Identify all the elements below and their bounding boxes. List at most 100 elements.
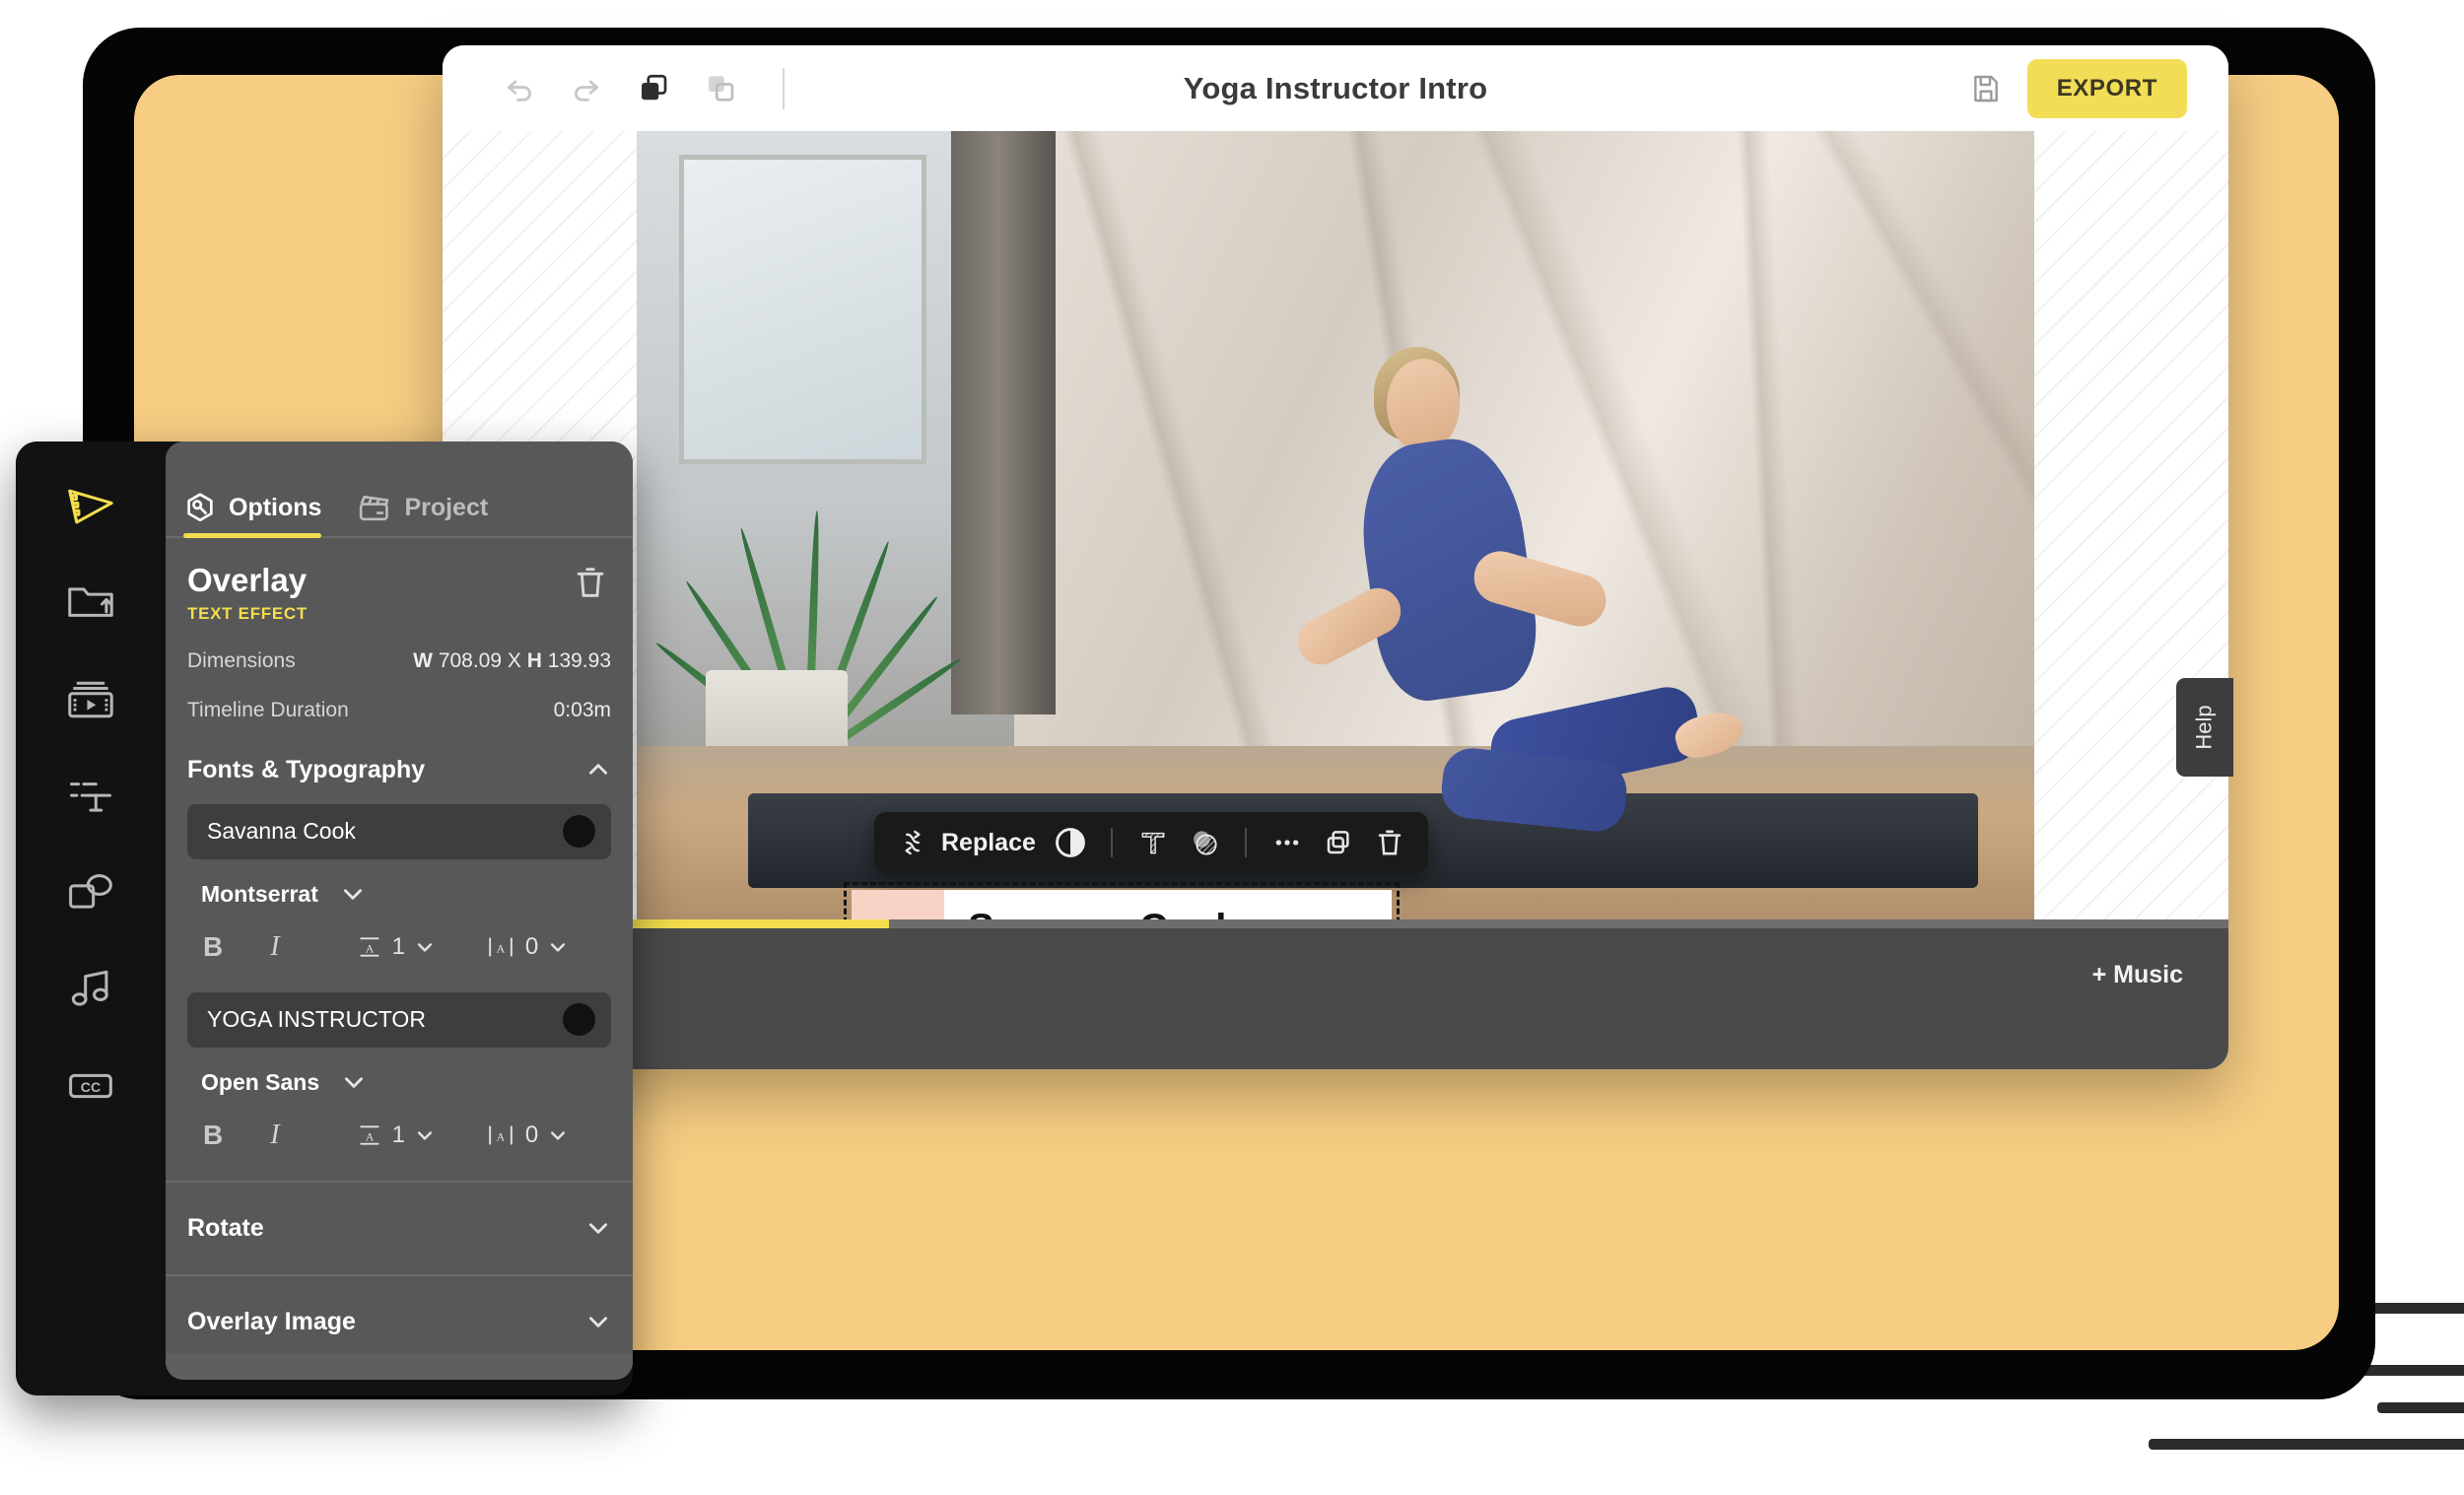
text-style-button[interactable] [1136,826,1170,859]
text-input-primary[interactable] [187,803,611,859]
tab-active-indicator [183,533,322,538]
replace-button[interactable]: Replace [896,826,1036,859]
undo-icon [507,80,532,102]
redo-button[interactable] [564,66,609,111]
overlay-element[interactable]: Savanna Cook YOGA INSTRUCTOR 0° [844,882,1400,919]
letter-spacing-value-primary: 0 [524,932,539,960]
closed-caption-icon: CC [69,1073,112,1099]
add-music-button[interactable]: + Music [2092,961,2183,989]
options-panel: Options Project Overlay TEXT EFFECT Dime… [166,442,633,1380]
stack-edge-3 [2377,1402,2464,1413]
height-value: 139.93 [547,648,611,672]
chevron-down-icon [589,1223,607,1234]
sidebar-item-elements[interactable] [59,865,122,920]
duplicate-button[interactable] [1322,826,1355,859]
line-height-stepper-primary[interactable]: A 1 [357,933,435,961]
bring-forward-icon [642,74,667,100]
dimensions-label: Dimensions [187,648,296,672]
sidebar-item-captions[interactable]: CC [59,1058,122,1114]
font-name-secondary: Open Sans [201,1068,320,1095]
letter-spacing-stepper-secondary[interactable]: A 0 [486,1121,568,1149]
italic-toggle-secondary[interactable]: I [270,1120,279,1151]
color-swatch-primary[interactable] [563,815,595,849]
more-icon [1275,840,1299,846]
sidebar-item-audio[interactable] [59,962,122,1017]
font-name-primary: Montserrat [201,880,318,907]
help-label: Help [2192,705,2217,750]
tab-options[interactable]: Options [183,491,322,538]
text-input-secondary[interactable] [187,991,611,1048]
delete-overlay-button[interactable] [572,564,611,603]
video-preview[interactable]: Replace [637,131,2034,919]
mask-button[interactable] [1188,826,1221,859]
svg-text:A: A [365,1129,374,1143]
contrast-icon [1056,828,1085,857]
redo-icon [574,80,599,102]
toolbar-left-group [443,66,785,111]
panel-footer [166,1354,633,1380]
line-height-stepper-secondary[interactable]: A 1 [357,1121,435,1149]
section-rotate[interactable]: Rotate [166,1183,633,1274]
mask-icon [1193,831,1217,855]
bring-forward-button[interactable] [631,66,676,111]
line-height-icon: A [359,936,379,957]
chevron-down-icon [417,942,433,952]
letter-spacing-icon: A [489,936,513,957]
context-divider-2 [1244,828,1247,857]
contrast-button[interactable] [1054,826,1087,859]
font-select-primary[interactable]: Montserrat [187,881,611,908]
text-icon [1141,832,1165,854]
editor-window: Yoga Instructor Intro EXPORT Replace + M… [443,45,2228,1069]
tab-project[interactable]: Project [357,491,488,536]
letter-spacing-value-secondary: 0 [524,1121,539,1148]
toolbar-right-group: EXPORT [1966,58,2228,118]
svg-text:A: A [365,941,374,955]
clapperboard-icon [360,495,389,521]
composition-stage: Yoga Instructor Intro EXPORT Replace + M… [0,0,2464,1495]
help-tab[interactable]: Help [2176,678,2233,777]
tool-rail: CC [16,442,166,1395]
height-prefix: H [526,648,542,672]
sidebar-item-templates[interactable] [59,479,122,534]
send-backward-button[interactable] [698,66,743,111]
color-swatch-secondary[interactable] [563,1003,595,1037]
save-button[interactable] [1966,69,2006,108]
film-play-icon [68,489,113,524]
left-dock: CC Options Project Overlay TEXT EFFECT D… [16,442,633,1395]
font-select-secondary[interactable]: Open Sans [187,1069,611,1096]
bold-toggle-primary[interactable]: B [203,931,223,963]
progress-track[interactable] [443,919,2228,928]
export-button[interactable]: EXPORT [2026,58,2187,118]
delete-button[interactable] [1373,826,1406,859]
line-height-value-primary: 1 [391,932,405,960]
sidebar-item-upload[interactable] [59,576,122,631]
width-prefix: W [413,648,433,672]
tab-options-label: Options [229,493,322,521]
tab-project-label: Project [404,493,489,521]
timeline-bar: 0:01 / 0:04 + Music [443,919,2228,1069]
undo-button[interactable] [497,66,542,111]
sidebar-item-text[interactable] [59,769,122,824]
svg-text:CC: CC [81,1079,101,1095]
text-value-secondary[interactable] [205,1005,534,1035]
duplicate-icon [1327,831,1349,854]
width-value: 708.09 [438,648,503,672]
save-icon [1973,75,1998,102]
text-value-primary[interactable] [205,817,534,847]
style-row-primary: B I A 1 A 0 [187,931,611,963]
bold-toggle-secondary[interactable]: B [203,1120,223,1151]
element-context-toolbar: Replace [874,812,1428,873]
duration-value: 0:03m [553,698,611,721]
chevron-down-icon [417,1130,433,1140]
trash-icon [577,568,604,597]
duration-label: Timeline Duration [187,698,349,721]
more-options-button[interactable] [1270,826,1304,859]
italic-toggle-primary[interactable]: I [270,931,279,963]
chevron-down-icon [589,1317,607,1327]
video-frame-image [637,131,2034,919]
letter-spacing-stepper-primary[interactable]: A 0 [486,933,568,961]
panel-title: Overlay [187,562,308,598]
dimensions-row: Dimensions W 708.09 X H 139.93 [187,649,611,673]
section-fonts-typography[interactable]: Fonts & Typography [187,756,611,784]
sidebar-item-media[interactable] [59,672,122,727]
